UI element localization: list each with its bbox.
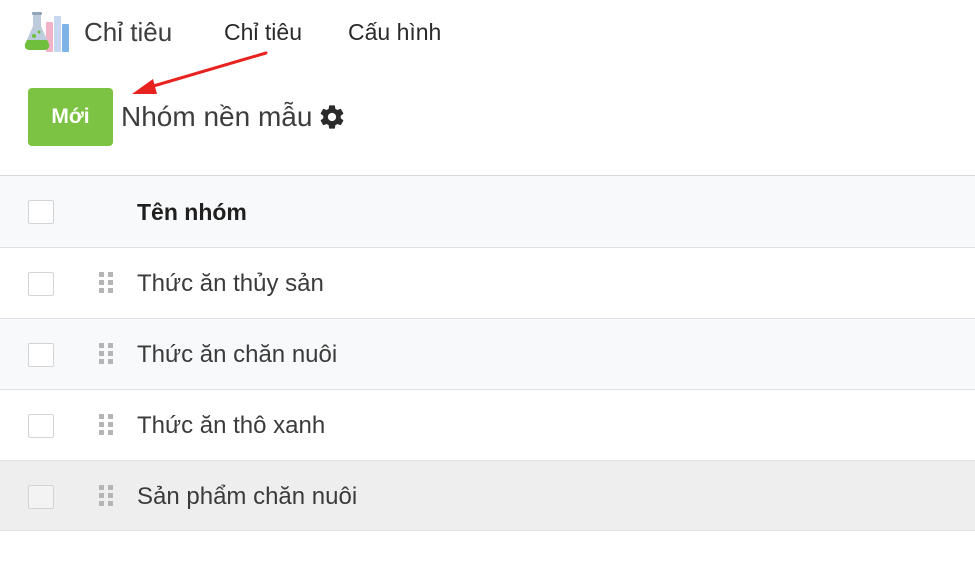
row-checkbox[interactable] — [28, 272, 54, 296]
table-header-row: Tên nhóm — [0, 175, 975, 247]
row-checkbox[interactable] — [28, 343, 54, 367]
row-name: Thức ăn thô xanh — [137, 412, 326, 439]
drag-handle-icon[interactable] — [99, 485, 115, 509]
row-name: Thức ăn chăn nuôi — [137, 341, 338, 368]
drag-handle-icon[interactable] — [99, 272, 115, 296]
top-navbar: Chỉ tiêu Chỉ tiêu Cấu hình — [0, 0, 975, 66]
column-header-ten-nhom[interactable]: Tên nhóm — [137, 199, 247, 226]
drag-handle-icon[interactable] — [99, 343, 115, 367]
table-row[interactable]: Thức ăn chăn nuôi — [0, 318, 975, 389]
nav-menu-chi-tieu[interactable]: Chỉ tiêu — [224, 19, 302, 46]
select-all-checkbox[interactable] — [28, 200, 54, 224]
lab-chart-icon[interactable] — [24, 10, 72, 54]
row-name: Sản phẩm chăn nuôi — [137, 483, 358, 510]
table-row[interactable]: Thức ăn thủy sản — [0, 247, 975, 318]
page-title: Nhóm nền mẫu — [121, 101, 313, 132]
list-table: Tên nhóm Thức ăn thủy sản Thức ăn chăn n… — [0, 175, 975, 531]
table-row[interactable]: Thức ăn thô xanh — [0, 389, 975, 460]
new-button[interactable]: Mới — [28, 88, 113, 146]
app-title: Chỉ tiêu — [84, 17, 173, 47]
nav-menu-cau-hinh[interactable]: Cấu hình — [348, 19, 441, 46]
row-name: Thức ăn thủy sản — [137, 270, 324, 297]
gear-icon[interactable] — [318, 103, 346, 131]
drag-handle-icon[interactable] — [99, 414, 115, 438]
row-checkbox[interactable] — [28, 414, 54, 438]
row-checkbox[interactable] — [28, 485, 54, 509]
breadcrumb: Nhóm nền mẫu — [121, 101, 346, 133]
table-row[interactable]: Sản phẩm chăn nuôi — [0, 460, 975, 531]
